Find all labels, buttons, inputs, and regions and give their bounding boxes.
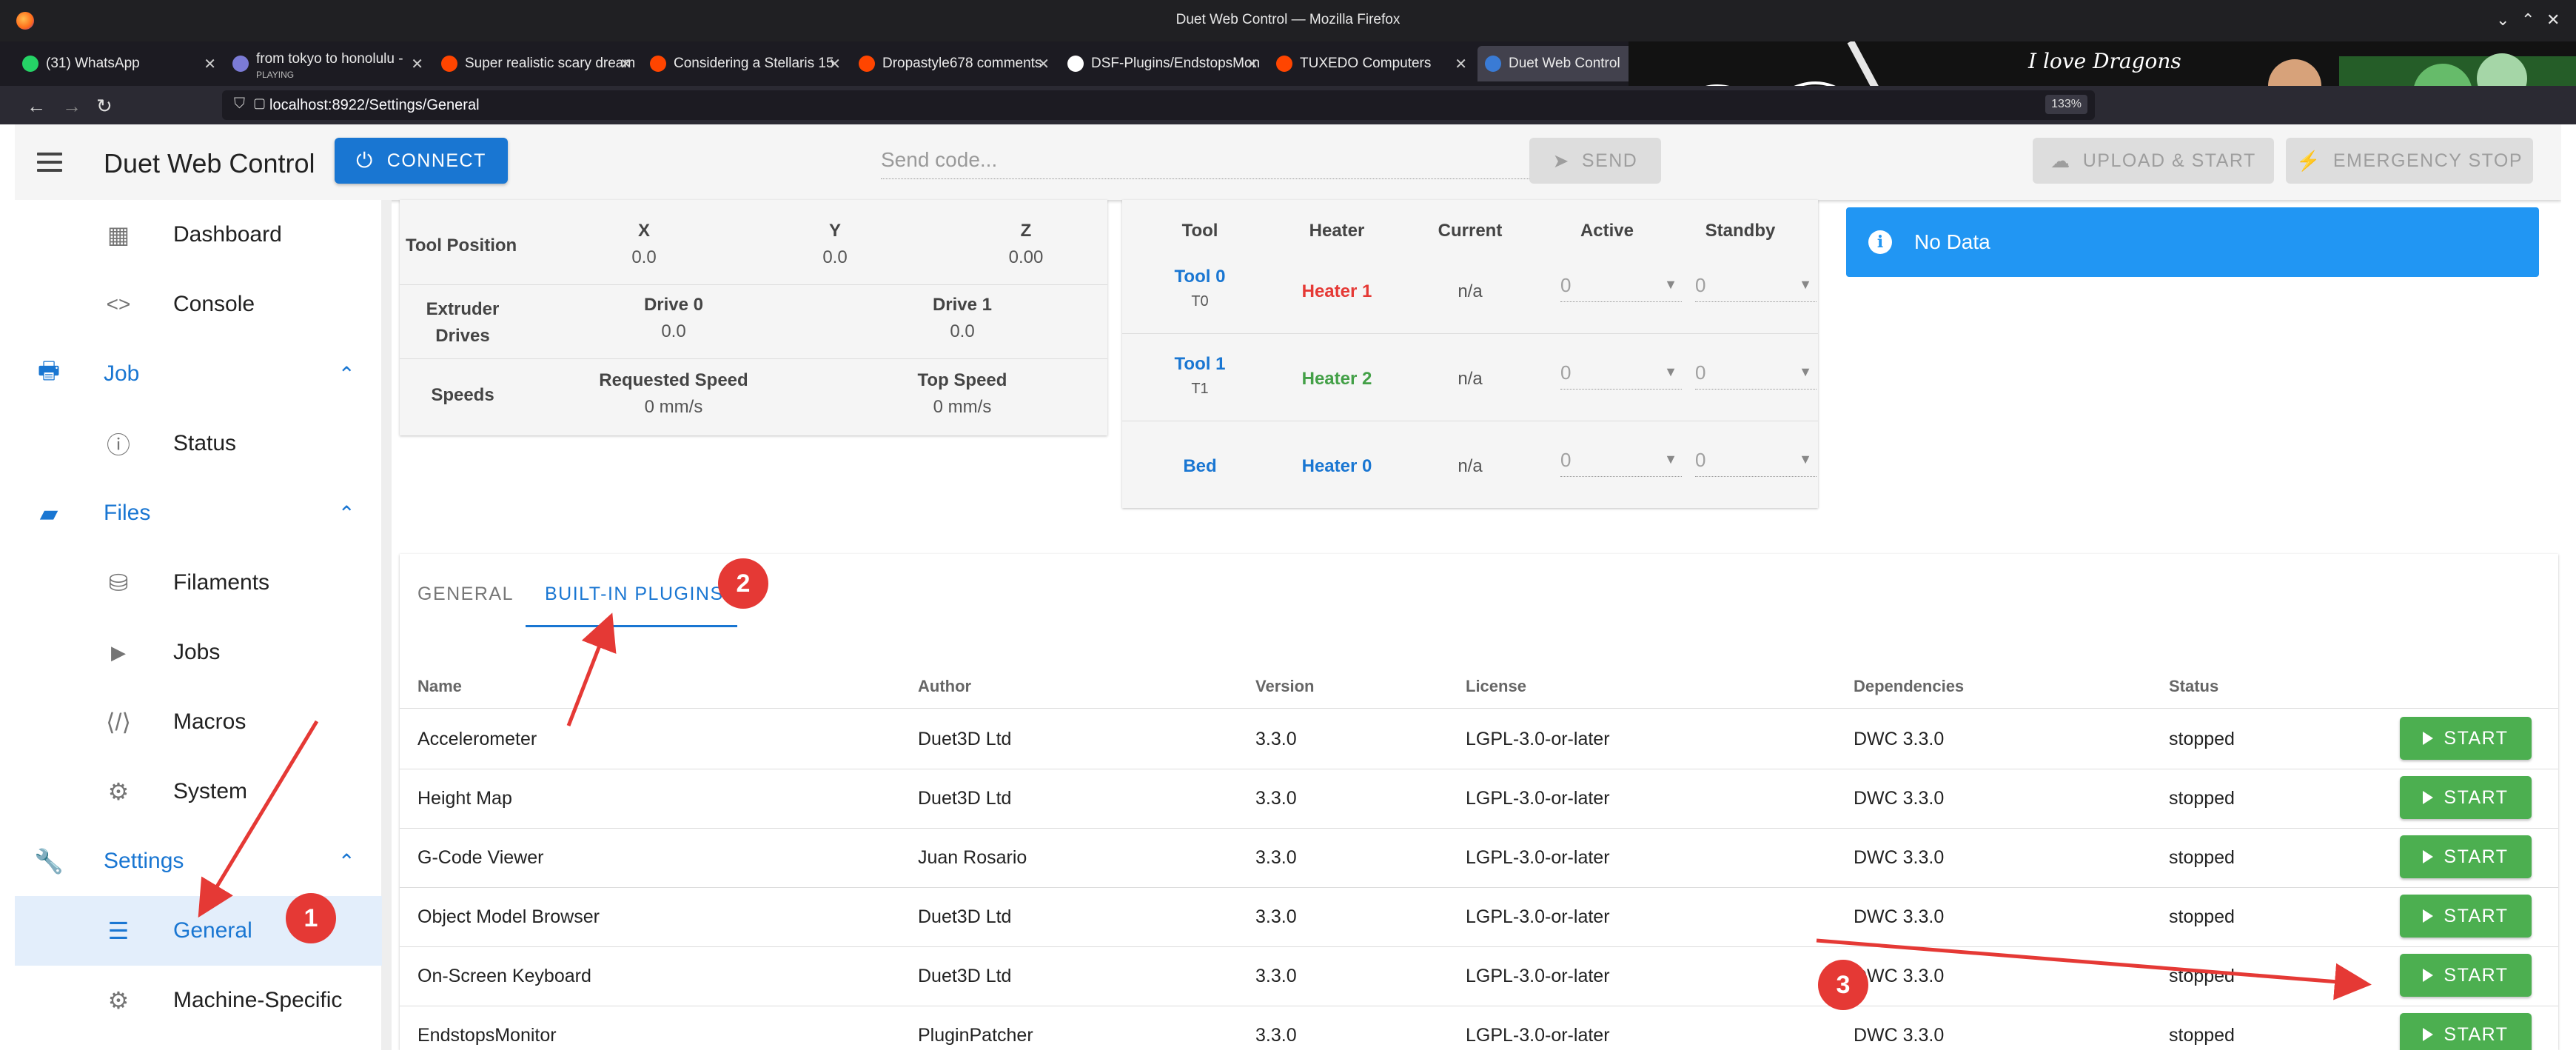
annotation-badge-1: 1 bbox=[286, 893, 336, 943]
zoom-level[interactable]: 133% bbox=[2045, 95, 2087, 114]
reddit-icon bbox=[650, 56, 666, 72]
annotation-arrow bbox=[1816, 938, 2372, 1000]
close-tab-icon[interactable]: ✕ bbox=[828, 55, 841, 73]
url-text[interactable]: localhost:8922/Settings/General bbox=[269, 97, 480, 114]
duet-icon bbox=[1485, 56, 1501, 72]
tuxedo-icon bbox=[1276, 56, 1292, 72]
annotation-badge-3: 3 bbox=[1818, 960, 1868, 1010]
shield-icon[interactable]: ⛉ bbox=[234, 96, 245, 113]
window-titlebar: Duet Web Control — Mozilla Firefox ⌄ ⌃ ✕ bbox=[0, 0, 2576, 41]
browser-tab[interactable]: TUXEDO Computers ✕ bbox=[1276, 46, 1473, 81]
browser-tab[interactable]: (31) WhatsApp ✕ bbox=[22, 46, 222, 81]
maximize-icon[interactable]: ⌃ bbox=[2521, 10, 2535, 30]
banner-text: I love Dragons bbox=[2028, 49, 2181, 73]
close-window-icon[interactable]: ✕ bbox=[2546, 10, 2560, 30]
whatsapp-icon bbox=[22, 56, 38, 72]
close-tab-icon[interactable]: ✕ bbox=[1246, 55, 1258, 73]
close-tab-icon[interactable]: ✕ bbox=[620, 55, 632, 73]
reddit-icon bbox=[859, 56, 875, 72]
forward-icon[interactable]: → bbox=[62, 95, 81, 118]
minimize-icon[interactable]: ⌄ bbox=[2496, 10, 2509, 30]
annotation-badge-2: 2 bbox=[718, 558, 768, 609]
page-info-icon[interactable]: ▢ bbox=[253, 96, 266, 111]
close-tab-icon[interactable]: ✕ bbox=[204, 55, 216, 73]
browser-tab[interactable]: DSF-Plugins/EndstopsMon ✕ bbox=[1067, 46, 1264, 81]
close-tab-icon[interactable]: ✕ bbox=[1455, 55, 1467, 73]
reload-icon[interactable]: ↻ bbox=[96, 95, 113, 118]
browser-tab[interactable]: from tokyo to honolulu - PLAYING ✕ bbox=[232, 46, 429, 81]
annotation-arrow bbox=[198, 720, 319, 918]
browser-tab[interactable]: Considering a Stellaris 15 ✕ bbox=[650, 46, 847, 81]
annotation-layer bbox=[198, 612, 2372, 1000]
github-icon bbox=[1067, 56, 1084, 72]
window-title: Duet Web Control — Mozilla Firefox bbox=[1175, 12, 1401, 27]
duet-web-control-app: Duet Web Control ⏻ CONNECT Send code... … bbox=[15, 124, 2561, 1050]
annotation-arrow bbox=[566, 612, 617, 726]
url-bar[interactable]: ⛉ ▢ localhost:8922/Settings/General 133% bbox=[222, 90, 2095, 120]
browser-tab[interactable]: Dropastyle678 comments ✕ bbox=[859, 46, 1056, 81]
reddit-icon bbox=[441, 56, 457, 72]
browser-tab[interactable]: Super realistic scary dream ✕ bbox=[441, 46, 638, 81]
close-tab-icon[interactable]: ✕ bbox=[411, 55, 423, 73]
close-tab-icon[interactable]: ✕ bbox=[1037, 55, 1050, 73]
back-icon[interactable]: ← bbox=[27, 95, 46, 118]
music-icon bbox=[232, 56, 249, 72]
